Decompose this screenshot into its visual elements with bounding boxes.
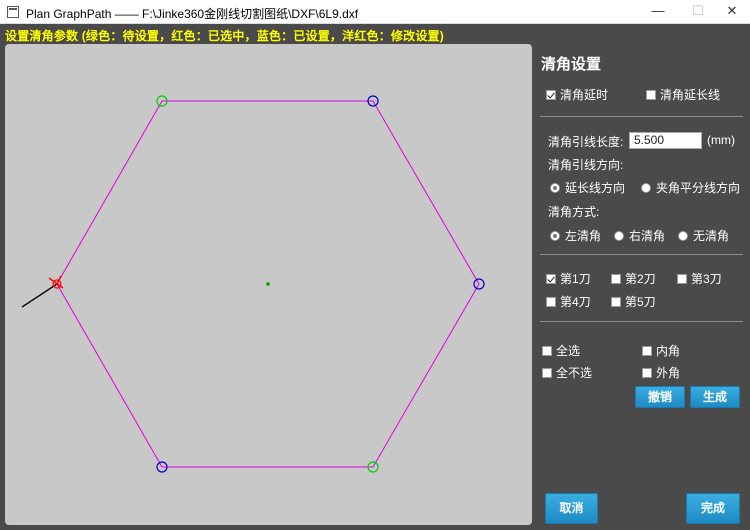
mode-right-label: 右清角 (629, 229, 666, 243)
outer-corner-label: 外角 (656, 366, 681, 380)
drawing-canvas[interactable] (5, 44, 532, 525)
select-all-checkbox[interactable]: 全选 (542, 342, 581, 358)
radio-selected-icon[interactable] (550, 230, 560, 241)
generate-button[interactable]: 生成 (690, 386, 740, 408)
mode-none-radio[interactable]: 无清角 (678, 227, 730, 243)
finish-button[interactable]: 完成 (686, 493, 740, 524)
mode-left-label: 左清角 (565, 229, 602, 243)
divider (540, 116, 743, 117)
title-bar: Plan GraphPath —— F:\Jinke360金刚线切割图纸\DXF… (0, 0, 750, 24)
radio-selected-icon[interactable] (550, 182, 560, 193)
delay-label: 清角延时 (560, 88, 609, 102)
checkbox-unchecked-icon[interactable] (611, 273, 621, 284)
checkbox-unchecked-icon[interactable] (542, 345, 552, 356)
panel-title: 清角设置 (541, 56, 602, 73)
lead-direction-extension-label: 延长线方向 (565, 181, 626, 195)
mode-label: 清角方式: (548, 205, 600, 219)
lead-direction-bisector-radio[interactable]: 夹角平分线方向 (641, 179, 741, 195)
cut-1-checkbox[interactable]: 第1刀 (546, 270, 591, 286)
maximize-button[interactable]: ☐ (680, 0, 716, 24)
cut-3-label: 第3刀 (691, 272, 722, 286)
checkbox-unchecked-icon[interactable] (542, 367, 552, 378)
cut-2-label: 第2刀 (625, 272, 656, 286)
lead-direction-bisector-label: 夹角平分线方向 (656, 181, 741, 195)
minimize-button[interactable]: — (640, 0, 676, 24)
mode-right-radio[interactable]: 右清角 (614, 227, 666, 243)
divider (540, 321, 743, 322)
cut-2-checkbox[interactable]: 第2刀 (611, 270, 656, 286)
inner-corner-label: 内角 (656, 344, 681, 358)
settings-panel: 清角设置 清角延时 清角延长线 清角引线长度: 5.500 (mm) 清角引线方… (532, 44, 750, 530)
cut-1-label: 第1刀 (560, 272, 591, 286)
lead-direction-extension-radio[interactable]: 延长线方向 (550, 179, 626, 195)
cut-4-checkbox[interactable]: 第4刀 (546, 293, 591, 309)
close-button[interactable]: ✕ (714, 0, 750, 24)
inner-corner-checkbox[interactable]: 内角 (642, 342, 681, 358)
app-icon (7, 6, 19, 18)
extend-line-label: 清角延长线 (660, 88, 721, 102)
extend-line-checkbox[interactable]: 清角延长线 (646, 86, 721, 102)
lead-length-input[interactable]: 5.500 (629, 132, 702, 149)
radio-unselected-icon[interactable] (678, 230, 688, 241)
cut-3-checkbox[interactable]: 第3刀 (677, 270, 722, 286)
lead-direction-label: 清角引线方向: (548, 158, 624, 172)
checkbox-unchecked-icon[interactable] (646, 89, 656, 100)
outer-corner-checkbox[interactable]: 外角 (642, 364, 681, 380)
lead-in-line (21, 283, 58, 308)
cut-4-label: 第4刀 (560, 295, 591, 309)
checkbox-unchecked-icon[interactable] (677, 273, 687, 284)
cancel-button[interactable]: 取消 (545, 493, 598, 524)
mode-none-label: 无清角 (693, 229, 730, 243)
hint-bar: 设置清角参数 (绿色：待设置，红色：已选中，蓝色：已设置，洋红色：修改设置) (0, 24, 750, 44)
checkbox-checked-icon[interactable] (546, 89, 556, 100)
drawing-svg[interactable] (5, 44, 532, 525)
hint-text: 设置清角参数 (绿色：待设置，红色：已选中，蓝色：已设置，洋红色：修改设置) (5, 29, 444, 43)
select-none-label: 全不选 (556, 366, 593, 380)
checkbox-unchecked-icon[interactable] (611, 296, 621, 307)
undo-button[interactable]: 撤销 (635, 386, 685, 408)
window-title: Plan GraphPath —— F:\Jinke360金刚线切割图纸\DXF… (26, 7, 359, 21)
checkbox-checked-icon[interactable] (546, 273, 556, 284)
lead-length-unit: (mm) (707, 133, 735, 147)
cut-5-label: 第5刀 (625, 295, 656, 309)
divider (540, 254, 743, 255)
radio-unselected-icon[interactable] (614, 230, 624, 241)
checkbox-unchecked-icon[interactable] (642, 345, 652, 356)
mode-left-radio[interactable]: 左清角 (550, 227, 602, 243)
cut-5-checkbox[interactable]: 第5刀 (611, 293, 656, 309)
radio-unselected-icon[interactable] (641, 182, 651, 193)
lead-length-label: 清角引线长度: (548, 135, 624, 149)
checkbox-unchecked-icon[interactable] (546, 296, 556, 307)
select-all-label: 全选 (556, 344, 581, 358)
checkbox-unchecked-icon[interactable] (642, 367, 652, 378)
center-point (266, 282, 270, 286)
delay-checkbox[interactable]: 清角延时 (546, 86, 609, 102)
select-none-checkbox[interactable]: 全不选 (542, 364, 593, 380)
